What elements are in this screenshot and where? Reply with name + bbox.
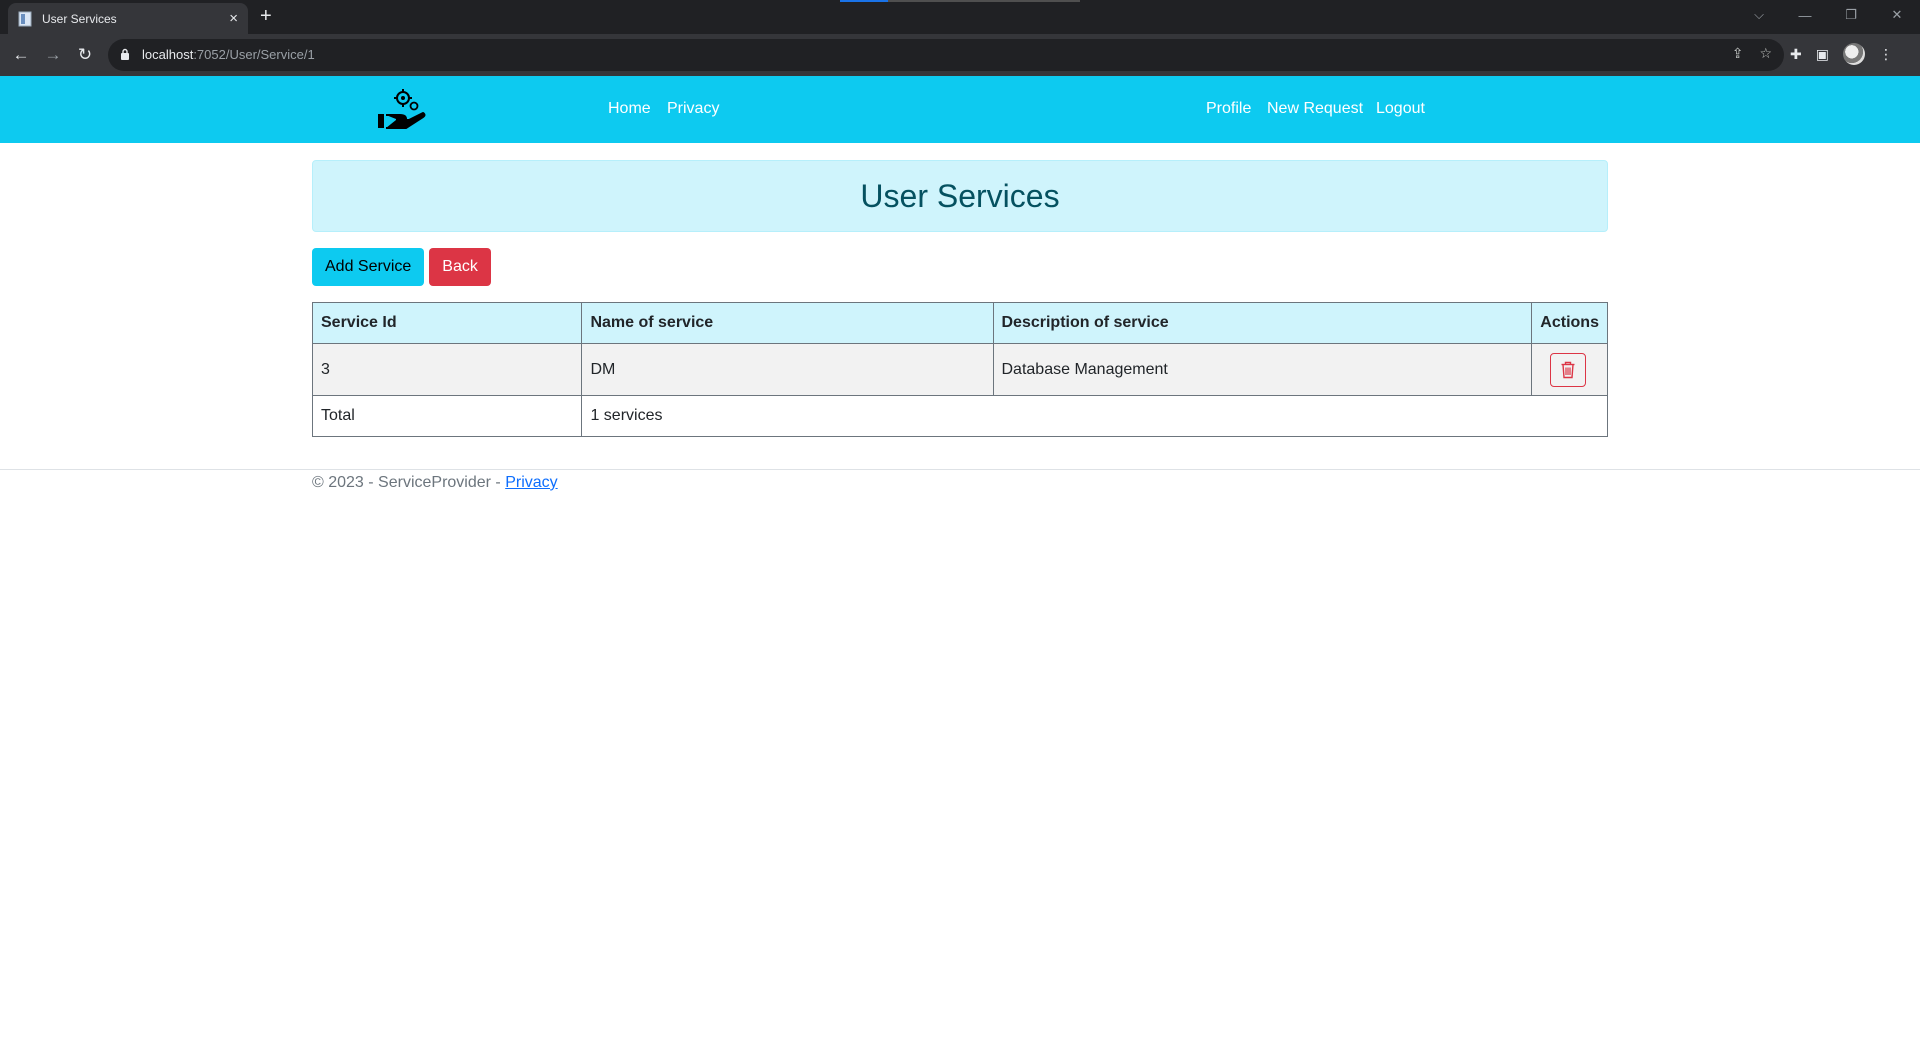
total-label: Total (311, 395, 583, 437)
url-text: localhost:7052/User/Service/1 (142, 47, 315, 62)
app-navbar: Home Privacy Profile New Request Logout (0, 76, 1920, 143)
browser-toolbar: ← → ↻ localhost:7052/User/Service/1 ⇪ ☆ … (0, 34, 1920, 76)
total-value: 1 services (581, 395, 1608, 437)
back-button[interactable]: Back (429, 248, 491, 286)
add-service-button[interactable]: Add Service (312, 248, 425, 286)
close-window-icon[interactable]: ✕ (1874, 7, 1920, 23)
restore-icon[interactable]: ❐ (1828, 7, 1874, 23)
nav-logout-link[interactable]: Logout (1376, 100, 1425, 118)
window-controls: ⌵ — ❐ ✕ (1736, 0, 1920, 30)
table-row: 3 DM Database Management (311, 343, 1608, 396)
tab-strip-indicator (840, 0, 1080, 2)
action-buttons: Add Service Back (312, 248, 1608, 286)
cell-service-name: DM (581, 343, 994, 396)
header-service-id: Service Id (311, 302, 583, 344)
header-actions: Actions (1531, 302, 1608, 344)
cell-actions (1531, 343, 1608, 396)
nav-home-link[interactable]: Home (608, 100, 651, 118)
page-favicon-icon (18, 11, 32, 26)
main-container: User Services Add Service Back Service I… (311, 160, 1608, 437)
back-arrow-icon[interactable]: ← (9, 43, 33, 67)
page-header-banner: User Services (312, 160, 1608, 232)
browser-menu-icon[interactable]: ⋮ (1879, 46, 1893, 63)
table-total-row: Total 1 services (311, 395, 1608, 437)
extensions-puzzle-icon[interactable]: ✚ (1790, 46, 1802, 63)
close-tab-icon[interactable]: × (229, 11, 238, 26)
url-path: :7052/User/Service/1 (193, 47, 315, 62)
tab-title: User Services (42, 11, 117, 26)
delete-service-button[interactable] (1550, 352, 1587, 387)
forward-arrow-icon[interactable]: → (41, 43, 65, 67)
header-service-description: Description of service (992, 302, 1533, 344)
footer-privacy-link[interactable]: Privacy (505, 474, 557, 491)
browser-tab[interactable]: User Services × (8, 3, 248, 34)
share-icon[interactable]: ⇪ (1732, 45, 1744, 62)
lock-icon (121, 48, 129, 60)
minimize-icon[interactable]: — (1782, 8, 1828, 23)
nav-profile-link[interactable]: Profile (1206, 100, 1251, 118)
page-footer: © 2023 - ServiceProvider - Privacy (0, 469, 1920, 491)
services-table: Service Id Name of service Description o… (311, 302, 1608, 437)
address-bar[interactable]: localhost:7052/User/Service/1 ⇪ ☆ (108, 39, 1784, 71)
cell-service-id: 3 (311, 343, 583, 396)
bookmark-star-icon[interactable]: ☆ (1759, 45, 1772, 62)
profile-avatar[interactable] (1842, 43, 1865, 65)
new-tab-button[interactable]: + (260, 6, 272, 26)
browser-tab-bar: User Services × + ⌵ — ❐ ✕ (0, 0, 1920, 34)
header-service-name: Name of service (581, 302, 994, 344)
reload-icon[interactable]: ↻ (73, 43, 97, 67)
omnibox-actions: ⇪ ☆ (1732, 45, 1772, 62)
footer-copyright: © 2023 - ServiceProvider - (312, 474, 506, 491)
tab-search-icon[interactable]: ⌵ (1736, 7, 1782, 23)
cell-service-description: Database Management (992, 343, 1533, 396)
page-title: User Services (860, 177, 1060, 214)
url-host: localhost (142, 47, 194, 62)
hand-gears-logo-icon[interactable] (376, 88, 428, 132)
nav-privacy-link[interactable]: Privacy (667, 100, 719, 118)
footer-text-block: © 2023 - ServiceProvider - Privacy (312, 474, 558, 492)
extension-area: ✚ ▣ ⋮ (1790, 43, 1893, 65)
side-panel-icon[interactable]: ▣ (1816, 46, 1829, 63)
table-header-row: Service Id Name of service Description o… (311, 302, 1608, 344)
trash-icon (1561, 361, 1575, 378)
nav-new-request-link[interactable]: New Request (1267, 100, 1363, 118)
